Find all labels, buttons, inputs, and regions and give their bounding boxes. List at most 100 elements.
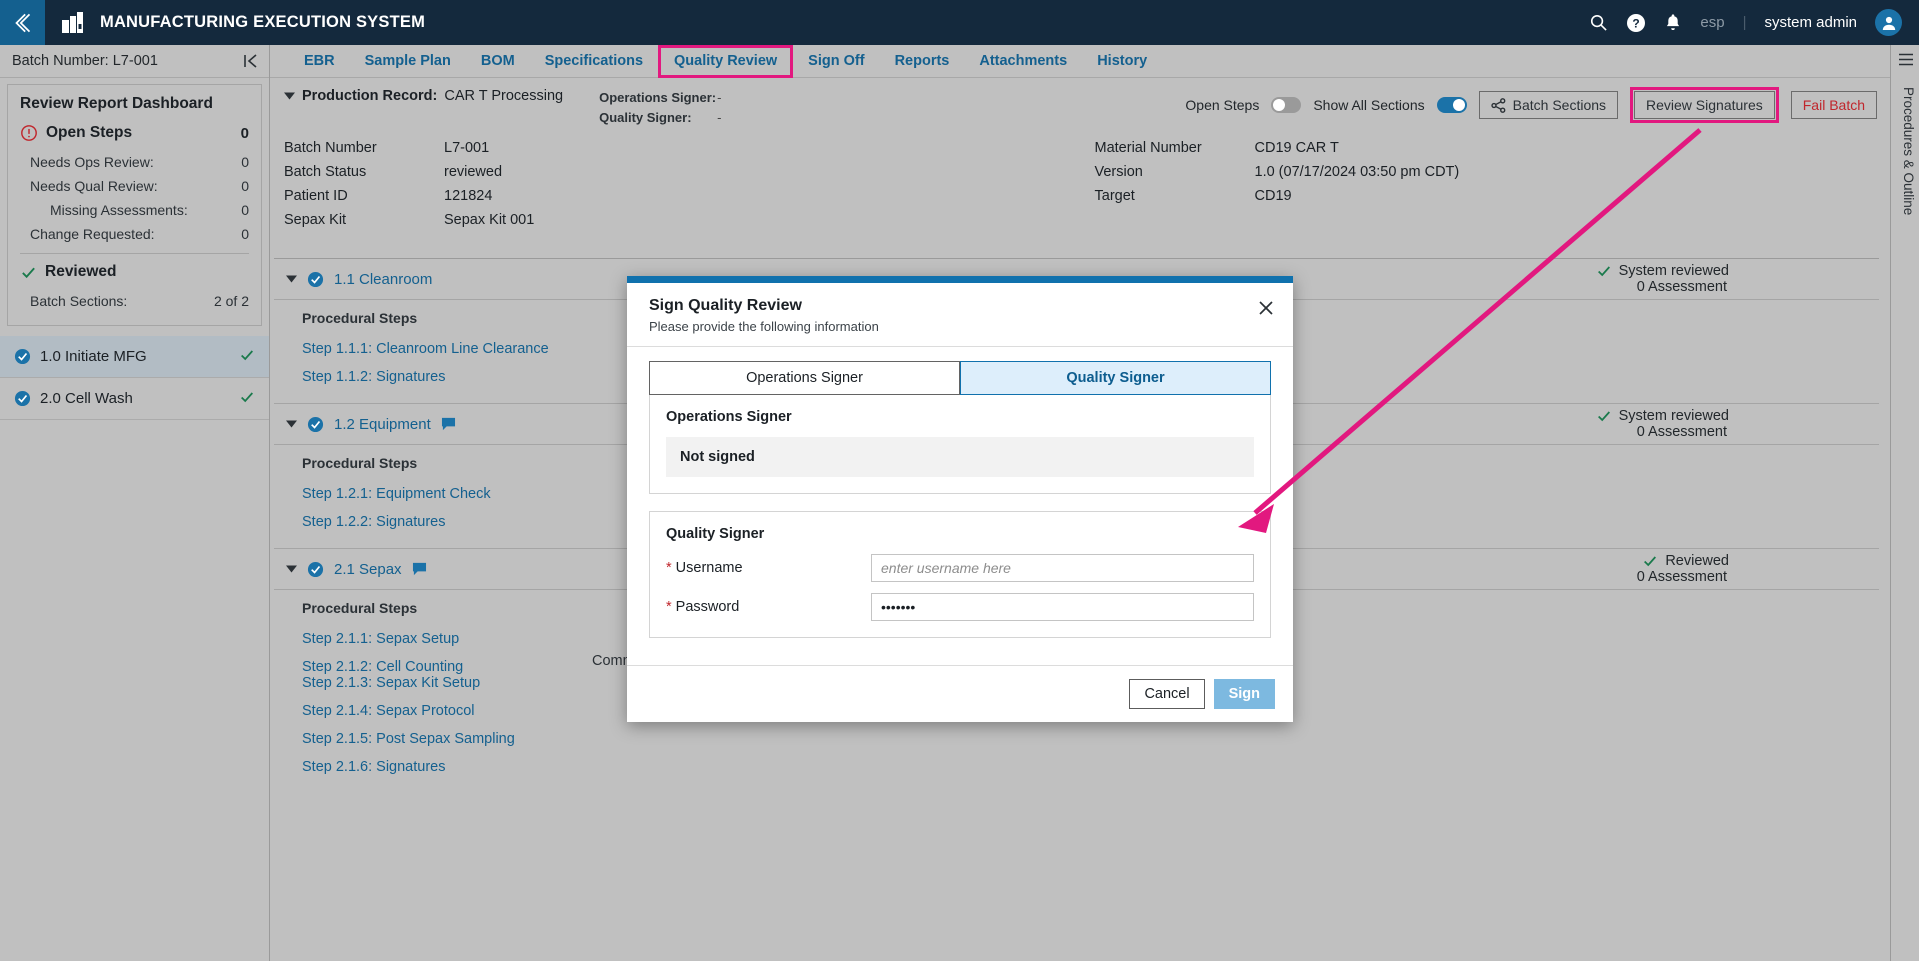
caret-down-icon[interactable] (284, 87, 295, 105)
sidebar-item-cell-wash[interactable]: 2.0 Cell Wash (0, 378, 269, 420)
target-key: Target (1094, 188, 1135, 204)
batch-number-value: L7-001 (444, 140, 490, 156)
batch-sections-label: Batch Sections (1512, 97, 1607, 113)
share-icon (1490, 97, 1506, 113)
toggle-knob (1273, 99, 1286, 111)
tab-bom[interactable]: BOM (466, 45, 530, 78)
tab-specifications[interactable]: Specifications (530, 45, 658, 78)
check-circle-icon (307, 271, 324, 287)
version-value: 1.0 (07/17/2024 03:50 pm CDT) (1254, 164, 1460, 180)
batch-number-label: Batch Number: L7-001 (12, 53, 158, 69)
password-input[interactable] (871, 593, 1254, 621)
section-assessment: 0 Assessment (1636, 279, 1727, 295)
sidebar-section-list: 1.0 Initiate MFG 2.0 Cell Wash (0, 336, 269, 420)
caret-down-icon[interactable] (286, 415, 297, 433)
missing-assessments-value: 0 (241, 202, 249, 218)
batch-info: Batch Number L7-001 Batch Status reviewe… (270, 130, 1891, 242)
version-key: Version (1094, 164, 1143, 180)
user-avatar-icon[interactable] (1875, 9, 1902, 36)
quality-signer-label: Quality Signer: (599, 110, 692, 125)
operations-signer-value: - (717, 90, 722, 105)
username-input[interactable] (871, 554, 1254, 582)
check-circle-icon (14, 390, 31, 407)
tab-quality-signer[interactable]: Quality Signer (960, 361, 1271, 395)
version-row: Version 1.0 (07/17/2024 03:50 pm CDT) (1095, 160, 1892, 184)
password-label: * Password (666, 599, 871, 615)
check-circle-icon (14, 348, 31, 365)
batch-status-row: Batch Status reviewed (284, 160, 1081, 184)
tab-quality-review[interactable]: Quality Review (658, 44, 794, 78)
check-icon (239, 347, 255, 367)
fail-batch-button[interactable]: Fail Batch (1790, 91, 1877, 119)
material-number-row: Material Number CD19 CAR T (1095, 136, 1892, 160)
quality-signer-row: Quality Signer: - (599, 108, 721, 128)
sign-quality-review-dialog: Sign Quality Review Please provide the f… (627, 276, 1293, 722)
change-requested-value: 0 (241, 226, 249, 242)
required-marker: * (666, 599, 672, 615)
sidebar-item-label: 2.0 Cell Wash (40, 390, 133, 407)
production-record-bar: Production Record: CAR T Processing Oper… (270, 78, 1891, 130)
section-status-group: Reviewed 0 Assessment (1637, 553, 1879, 585)
batch-status-value: reviewed (444, 164, 503, 180)
batch-sections-value: 2 of 2 (213, 293, 249, 309)
open-steps-label: Open Steps (46, 124, 133, 141)
check-icon (22, 267, 35, 278)
caret-down-icon[interactable] (286, 270, 297, 288)
batch-number-row: Batch Number L7-001 (284, 136, 1081, 160)
reviewed-group: Reviewed (20, 263, 249, 281)
open-steps-toggle-label: Open Steps (1185, 97, 1260, 113)
language-selector[interactable]: esp (1700, 14, 1724, 31)
collapse-panel-icon[interactable] (242, 53, 259, 69)
user-name[interactable]: system admin (1764, 14, 1857, 31)
sign-button[interactable]: Sign (1213, 679, 1275, 709)
show-all-sections-toggle-label: Show All Sections (1313, 97, 1425, 113)
review-signatures-highlight: Review Signatures (1630, 87, 1779, 123)
batch-number-key: Batch Number (284, 140, 377, 156)
show-all-sections-toggle[interactable] (1436, 97, 1467, 113)
sidebar-item-initiate-mfg[interactable]: 1.0 Initiate MFG (0, 336, 269, 378)
dialog-body: Operations Signer Quality Signer Operati… (627, 347, 1293, 638)
dialog-title: Sign Quality Review (649, 297, 802, 314)
tab-operations-signer[interactable]: Operations Signer (649, 361, 960, 395)
step-link[interactable]: Step 2.1.6: Signatures (302, 753, 1879, 781)
needs-ops-review-row: Needs Ops Review: 0 (20, 151, 249, 175)
check-icon (1597, 266, 1610, 277)
right-rail-label[interactable]: Procedures & Outline (1894, 87, 1916, 215)
tab-reports[interactable]: Reports (880, 45, 965, 78)
bell-icon[interactable] (1664, 13, 1682, 32)
help-circle-icon[interactable]: ? (1626, 13, 1646, 33)
cancel-button[interactable]: Cancel (1129, 679, 1205, 709)
step-link[interactable]: Step 2.1.5: Post Sepax Sampling (302, 725, 1879, 753)
open-steps-toggle[interactable] (1271, 97, 1302, 113)
tab-attachments[interactable]: Attachments (964, 45, 1082, 78)
toolbar-actions: Open Steps Show All Sections Batch Secti… (1185, 87, 1891, 123)
search-icon[interactable] (1589, 13, 1608, 32)
check-icon (239, 389, 255, 409)
close-icon[interactable] (1257, 297, 1275, 334)
change-requested-row: Change Requested: 0 (20, 223, 249, 247)
signer-tab-strip: Operations Signer Quality Signer (649, 361, 1271, 395)
svg-text:?: ? (1633, 16, 1640, 30)
section-name: 2.1 Sepax (334, 560, 402, 578)
check-icon (1644, 556, 1657, 567)
review-signatures-button[interactable]: Review Signatures (1634, 91, 1775, 119)
caret-down-icon[interactable] (286, 560, 297, 578)
open-steps-group: Open Steps 0 (20, 124, 249, 142)
comment-icon[interactable] (441, 417, 456, 431)
sidebar-header: Batch Number: L7-001 (0, 45, 269, 78)
topbar-separator: | (1742, 14, 1747, 31)
tab-bar: EBR Sample Plan BOM Specifications Quali… (270, 44, 1891, 78)
back-button[interactable] (0, 0, 45, 45)
tab-sample-plan[interactable]: Sample Plan (350, 45, 466, 78)
tab-ebr[interactable]: EBR (289, 45, 350, 78)
chevron-left-icon (14, 13, 30, 32)
sidebar-divider (20, 253, 249, 254)
comment-icon[interactable] (412, 562, 427, 576)
open-steps-count: 0 (240, 124, 249, 142)
needs-ops-review-value: 0 (241, 154, 249, 170)
tab-sign-off[interactable]: Sign Off (793, 45, 879, 78)
dialog-title-group: Sign Quality Review Please provide the f… (649, 297, 879, 334)
hamburger-icon[interactable] (1898, 53, 1914, 71)
tab-history[interactable]: History (1082, 45, 1162, 78)
batch-sections-button[interactable]: Batch Sections (1478, 91, 1619, 119)
